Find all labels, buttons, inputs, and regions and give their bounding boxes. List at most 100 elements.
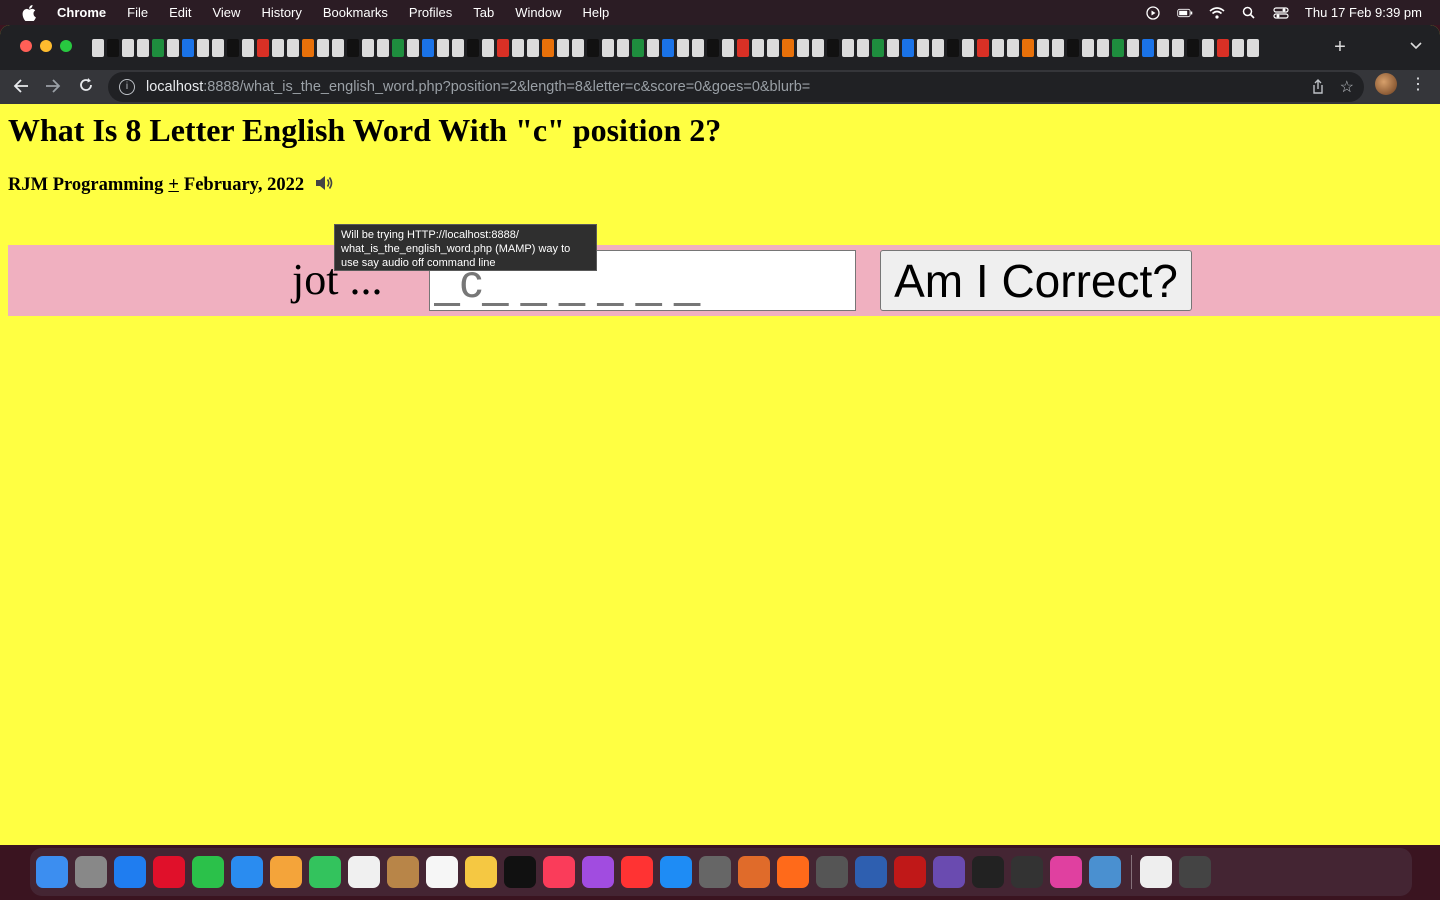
menu-edit[interactable]: Edit (169, 5, 191, 20)
tab-favicon[interactable] (1202, 39, 1214, 57)
dock-app-icon[interactable] (933, 856, 965, 888)
menu-window[interactable]: Window (515, 5, 561, 20)
tab-favicon[interactable] (917, 39, 929, 57)
tab-favicon[interactable] (332, 39, 344, 57)
close-window-button[interactable] (20, 40, 32, 52)
tab-favicon[interactable] (317, 39, 329, 57)
battery-icon[interactable] (1177, 6, 1193, 20)
tab-favicon[interactable] (1067, 39, 1079, 57)
dock-app-icon[interactable] (36, 856, 68, 888)
site-info-icon[interactable]: i (119, 79, 135, 95)
tab-favicon[interactable] (617, 39, 629, 57)
apple-icon[interactable] (18, 2, 40, 24)
tab-favicon[interactable] (722, 39, 734, 57)
tab-favicon[interactable] (707, 39, 719, 57)
dock-app-icon[interactable] (270, 856, 302, 888)
back-button[interactable] (10, 76, 32, 98)
tab-favicon[interactable] (1187, 39, 1199, 57)
tab-favicon[interactable] (437, 39, 449, 57)
tab-favicon[interactable] (977, 39, 989, 57)
menu-view[interactable]: View (212, 5, 240, 20)
dock-app-icon[interactable] (426, 856, 458, 888)
dock-app-icon[interactable] (387, 856, 419, 888)
menu-bookmarks[interactable]: Bookmarks (323, 5, 388, 20)
dock-app-icon[interactable] (894, 856, 926, 888)
tab-favicon[interactable] (1052, 39, 1064, 57)
tab-favicon[interactable] (1127, 39, 1139, 57)
tab-favicon[interactable] (842, 39, 854, 57)
tab-favicon[interactable] (962, 39, 974, 57)
tab-favicon[interactable] (242, 39, 254, 57)
tab-favicon[interactable] (782, 39, 794, 57)
control-center-icon[interactable] (1273, 6, 1289, 20)
dock-app-icon[interactable] (816, 856, 848, 888)
tab-favicon[interactable] (1112, 39, 1124, 57)
tab-favicon[interactable] (587, 39, 599, 57)
menubar-clock[interactable]: Thu 17 Feb 9:39 pm (1305, 5, 1422, 20)
dock-app-icon[interactable] (777, 856, 809, 888)
tab-favicon[interactable] (1082, 39, 1094, 57)
new-tab-button[interactable]: + (1330, 37, 1350, 57)
tab-favicon[interactable] (272, 39, 284, 57)
tab-favicon[interactable] (857, 39, 869, 57)
dock-app-icon[interactable] (1089, 856, 1121, 888)
dock-app-icon[interactable] (660, 856, 692, 888)
dock-app-icon[interactable] (582, 856, 614, 888)
dock-app-icon[interactable] (972, 856, 1004, 888)
tab-favicon[interactable] (197, 39, 209, 57)
tab-search-chevron-icon[interactable] (1408, 39, 1424, 55)
dock-app-icon[interactable] (114, 856, 146, 888)
tab-favicon[interactable] (1157, 39, 1169, 57)
dock-app-icon[interactable] (621, 856, 653, 888)
tab-favicon[interactable] (932, 39, 944, 57)
tab-favicon[interactable] (602, 39, 614, 57)
tab-favicon[interactable] (1232, 39, 1244, 57)
dock-app-icon[interactable] (348, 856, 380, 888)
tab-favicon[interactable] (887, 39, 899, 57)
share-icon[interactable] (1312, 79, 1324, 97)
tab-favicon[interactable] (227, 39, 239, 57)
tab-favicon[interactable] (572, 39, 584, 57)
tab-favicon[interactable] (692, 39, 704, 57)
tab-favicon[interactable] (1097, 39, 1109, 57)
dock-app-icon[interactable] (543, 856, 575, 888)
tab-favicon[interactable] (377, 39, 389, 57)
bookmark-star-icon[interactable]: ☆ (1340, 77, 1354, 97)
dock-app-icon[interactable] (465, 856, 497, 888)
tab-favicon[interactable] (632, 39, 644, 57)
tab-favicon[interactable] (347, 39, 359, 57)
tab-favicon[interactable] (752, 39, 764, 57)
play-icon[interactable] (1145, 5, 1161, 20)
dock-app-icon[interactable] (855, 856, 887, 888)
tab-favicon[interactable] (257, 39, 269, 57)
dock-app-icon[interactable] (231, 856, 263, 888)
reload-button[interactable] (75, 76, 97, 98)
dock-app-icon[interactable] (504, 856, 536, 888)
tab-favicon[interactable] (422, 39, 434, 57)
tab-favicon[interactable] (1172, 39, 1184, 57)
tab-favicon[interactable] (902, 39, 914, 57)
tab-favicon[interactable] (362, 39, 374, 57)
tab-favicon[interactable] (137, 39, 149, 57)
tab-favicon[interactable] (527, 39, 539, 57)
tab-favicon[interactable] (1217, 39, 1229, 57)
tab-favicon[interactable] (557, 39, 569, 57)
tab-favicon[interactable] (212, 39, 224, 57)
tab-favicon[interactable] (1022, 39, 1034, 57)
dock-app-icon[interactable] (192, 856, 224, 888)
speaker-icon[interactable] (314, 174, 334, 197)
menu-profiles[interactable]: Profiles (409, 5, 452, 20)
tab-favicon[interactable] (812, 39, 824, 57)
byline-plus-link[interactable]: + (168, 175, 179, 196)
tab-favicon[interactable] (182, 39, 194, 57)
tab-favicon[interactable] (872, 39, 884, 57)
dock-app-icon[interactable] (153, 856, 185, 888)
tab-favicon[interactable] (407, 39, 419, 57)
dock-app-icon[interactable] (1050, 856, 1082, 888)
tab-favicon[interactable] (542, 39, 554, 57)
tab-favicon[interactable] (152, 39, 164, 57)
am-i-correct-button[interactable]: Am I Correct? (880, 250, 1192, 311)
forward-button[interactable] (42, 76, 64, 98)
tab-favicon[interactable] (512, 39, 524, 57)
zoom-window-button[interactable] (60, 40, 72, 52)
